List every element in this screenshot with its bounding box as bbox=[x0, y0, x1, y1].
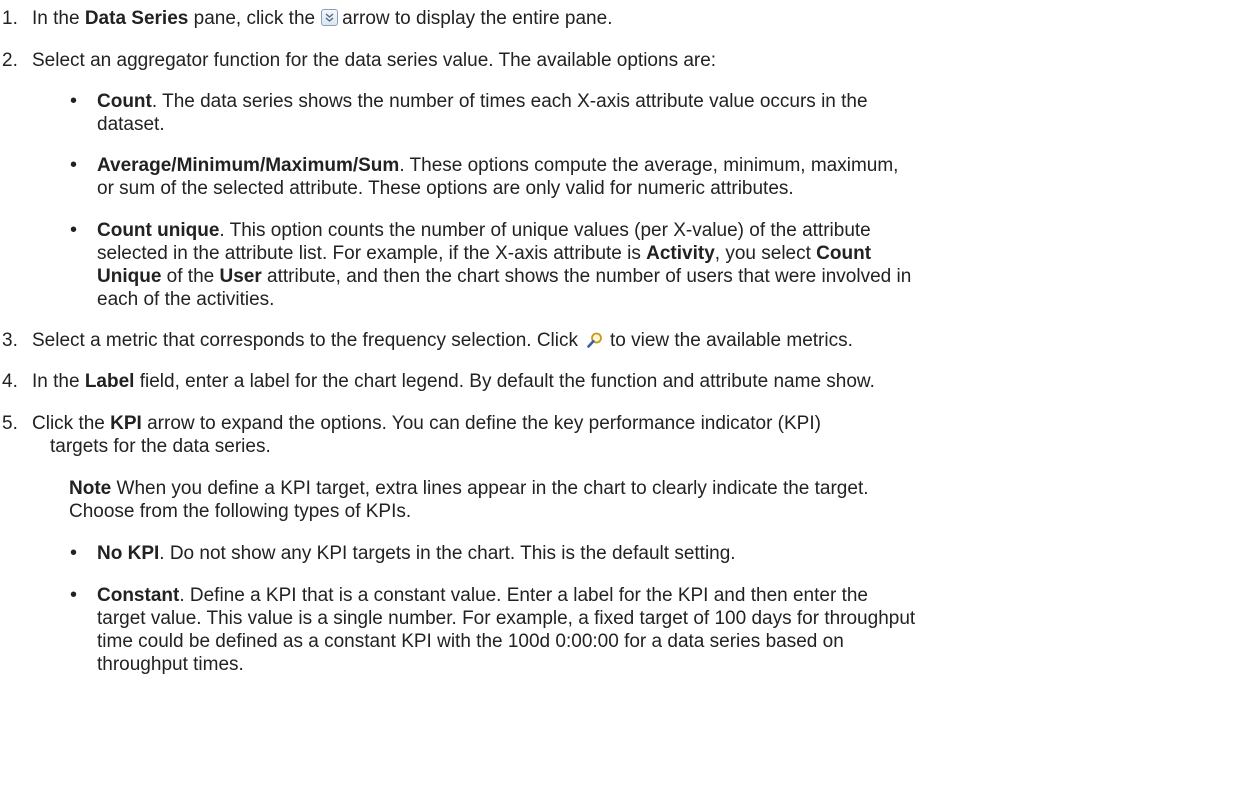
bullet-count: • bbox=[70, 90, 78, 112]
aggregator-count-line1: Count. The data series shows the number … bbox=[97, 90, 868, 113]
kpi-constant-desc: . Define a KPI that is a constant value.… bbox=[179, 585, 868, 606]
kpi-constant-line3: time could be defined as a constant KPI … bbox=[97, 631, 844, 652]
step-3-text: Select a metric that corresponds to the … bbox=[32, 329, 853, 352]
step-5-bold: KPI bbox=[110, 413, 142, 434]
kpi-no-kpi-term: No KPI bbox=[97, 543, 160, 564]
unique-user-bold: User bbox=[219, 266, 262, 287]
step-1-after-bold: pane, click the bbox=[188, 8, 316, 29]
aggregator-unique-line3: Unique of the User attribute, and then t… bbox=[97, 265, 911, 288]
step-4-bold: Label bbox=[84, 371, 135, 392]
kpi-constant-line1: Constant. Define a KPI that is a constan… bbox=[97, 584, 868, 607]
aggregator-count-line2: dataset. bbox=[97, 114, 165, 135]
step-5-line1: Click the KPI arrow to expand the option… bbox=[32, 412, 821, 435]
step-4-text: In the Label field, enter a label for th… bbox=[32, 370, 875, 393]
note-line1: Note When you define a KPI target, extra… bbox=[69, 477, 869, 500]
step-1-text: In the Data Series pane, click the arrow … bbox=[32, 7, 612, 30]
unique-line3-mid: of the bbox=[161, 266, 220, 287]
step-4-number: 4. bbox=[2, 371, 18, 392]
note-text: When you define a KPI target, extra line… bbox=[111, 478, 869, 499]
bullet-constant: • bbox=[70, 584, 78, 606]
step-2-text: Select an aggregator function for the da… bbox=[32, 50, 717, 71]
aggregator-average-line1: Average/Minimum/Maximum/Sum. These optio… bbox=[97, 154, 898, 177]
bullet-count-unique: • bbox=[70, 219, 78, 241]
step-1-before: In the bbox=[32, 8, 85, 29]
step-5-number: 5. bbox=[2, 413, 18, 434]
step-1-number: 1. bbox=[2, 8, 18, 29]
step-5-line2: targets for the data series. bbox=[50, 436, 271, 457]
kpi-no-kpi-desc: . Do not show any KPI targets in the cha… bbox=[159, 543, 736, 564]
step-3-after-icon: to view the available metrics. bbox=[609, 330, 853, 351]
unique-activity-bold: Activity bbox=[646, 243, 715, 264]
step-1-bold: Data Series bbox=[84, 8, 189, 29]
kpi-no-kpi-line1: No KPI. Do not show any KPI targets in t… bbox=[97, 542, 736, 565]
step-4-before: In the bbox=[32, 371, 85, 392]
aggregator-unique-term: Count unique bbox=[97, 220, 220, 241]
kpi-constant-term: Constant bbox=[97, 585, 180, 606]
aggregator-count-desc: . The data series shows the number of ti… bbox=[151, 91, 868, 112]
aggregator-count-term: Count bbox=[97, 91, 152, 112]
kpi-constant-line2: target value. This value is a single num… bbox=[97, 608, 916, 629]
step-3-before: Select a metric that corresponds to the … bbox=[32, 330, 578, 351]
unique-unique-bold: Unique bbox=[97, 266, 162, 287]
expand-arrow-icon bbox=[321, 9, 339, 26]
step-4-after: field, enter a label for the chart legen… bbox=[134, 371, 875, 392]
step-5-before: Click the bbox=[32, 413, 111, 434]
bullet-average: • bbox=[70, 154, 78, 176]
aggregator-unique-line4: each of the activities. bbox=[97, 289, 275, 310]
aggregator-unique-line1: Count unique. This option counts the num… bbox=[97, 219, 871, 242]
note-line2: Choose from the following types of KPIs. bbox=[69, 501, 412, 522]
unique-line3-post: attribute, and then the chart shows the … bbox=[261, 266, 912, 287]
aggregator-average-desc: . These options compute the average, min… bbox=[399, 155, 899, 176]
magnifier-icon bbox=[586, 331, 604, 349]
step-1-after-icon: arrow to display the entire pane. bbox=[342, 8, 613, 29]
bullet-no-kpi: • bbox=[70, 542, 78, 564]
aggregator-unique-line2: selected in the attribute list. For exam… bbox=[97, 242, 871, 265]
aggregator-average-term: Average/Minimum/Maximum/Sum bbox=[97, 155, 400, 176]
unique-line2-mid: , you select bbox=[714, 243, 817, 264]
unique-line2-pre: selected in the attribute list. For exam… bbox=[97, 243, 647, 264]
note-label: Note bbox=[69, 478, 112, 499]
kpi-constant-line4: throughput times. bbox=[97, 654, 244, 675]
step-5-after: arrow to expand the options. You can def… bbox=[141, 413, 821, 434]
step-3-number: 3. bbox=[2, 330, 18, 351]
aggregator-average-line2: or sum of the selected attribute. These … bbox=[97, 178, 794, 199]
document-page: 1. In the Data Series pane, click the arr… bbox=[0, 0, 1255, 790]
unique-count-bold: Count bbox=[816, 243, 872, 264]
aggregator-unique-desc: . This option counts the number of uniqu… bbox=[219, 220, 871, 241]
step-2-number: 2. bbox=[2, 50, 18, 71]
